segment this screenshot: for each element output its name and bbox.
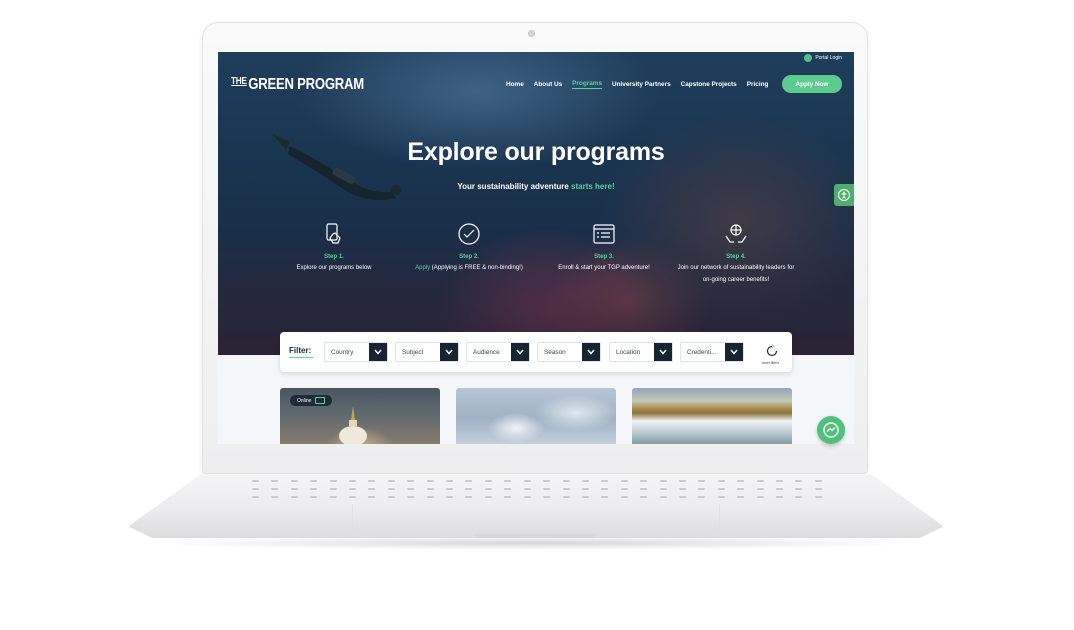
messenger-chat-button[interactable] xyxy=(817,416,845,444)
filter-bar: Filter: Country Subject Audience Season … xyxy=(280,332,792,372)
accessibility-button[interactable] xyxy=(834,184,854,206)
season-dropdown[interactable]: Season xyxy=(537,342,601,362)
check-circle-icon xyxy=(458,223,480,245)
logo-the: THE xyxy=(231,76,247,87)
keyboard xyxy=(252,480,822,502)
main-nav: Home About Us Programs University Partne… xyxy=(506,80,768,89)
audience-dropdown-label: Audience xyxy=(473,349,500,356)
steps-row: Step 1. Explore our programs below Step … xyxy=(274,222,834,312)
page-title: Explore our programs xyxy=(407,138,665,166)
portal-login-label: Portal Login xyxy=(815,55,842,61)
program-card-glacier[interactable] xyxy=(456,388,616,444)
nav-about-us[interactable]: About Us xyxy=(534,81,562,88)
step-2-description: Apply (Applying is FREE & non-binding!) xyxy=(409,262,529,274)
apply-link[interactable]: Apply xyxy=(415,265,430,271)
user-icon xyxy=(804,54,813,62)
step-2: Step 2. Apply (Applying is FREE & non-bi… xyxy=(409,222,529,274)
laptop-icon xyxy=(315,397,326,404)
online-badge: Online xyxy=(290,395,333,406)
chevron-down-icon xyxy=(511,343,529,361)
browser-viewport: Portal Login THE GREEN PROGRAM Home About… xyxy=(218,52,854,444)
audience-dropdown[interactable]: Audience xyxy=(466,342,530,362)
step-1-description: Explore our programs below xyxy=(296,265,372,271)
nav-capstone-projects[interactable]: Capstone Projects xyxy=(681,81,737,88)
credentials-dropdown-label: Credenti... xyxy=(687,349,717,356)
globe-hands-icon xyxy=(725,224,747,243)
country-dropdown-label: Country xyxy=(331,349,354,356)
logo-text: GREEN PROGRAM xyxy=(248,76,364,93)
webcam xyxy=(529,31,534,36)
location-dropdown[interactable]: Location xyxy=(609,342,673,362)
lid-notch xyxy=(474,534,596,538)
stupa-image xyxy=(339,406,367,444)
hero-section: Portal Login THE GREEN PROGRAM Home About… xyxy=(218,52,854,355)
checklist-window-icon xyxy=(593,224,615,244)
step-3-number: Step 3. xyxy=(594,254,614,260)
subject-dropdown-label: Subject xyxy=(402,349,424,356)
step-4-number: Step 4. xyxy=(726,254,746,260)
step-4-description: Join our network of sustainability leade… xyxy=(677,265,795,283)
step-1: Step 1. Explore our programs below xyxy=(274,222,394,274)
step-2-number: Step 2. xyxy=(459,254,479,260)
credentials-dropdown[interactable]: Credenti... xyxy=(680,342,744,362)
location-dropdown-label: Location xyxy=(616,349,641,356)
nav-university-partners[interactable]: University Partners xyxy=(612,81,671,88)
messenger-icon xyxy=(823,422,839,438)
chevron-down-icon xyxy=(582,343,600,361)
accessibility-icon xyxy=(838,189,850,201)
program-card-waterfall[interactable] xyxy=(632,388,792,444)
chevron-down-icon xyxy=(725,343,743,361)
hero-subtitle: Your sustainability adventure starts her… xyxy=(218,182,854,191)
chevron-down-icon xyxy=(440,343,458,361)
reset-filters-label[interactable]: reset filters xyxy=(762,361,779,365)
chevron-down-icon xyxy=(369,343,387,361)
program-card-kathmandu[interactable]: Online xyxy=(280,388,440,444)
nav-home[interactable]: Home xyxy=(506,81,524,88)
laptop-shadow xyxy=(150,536,920,550)
online-badge-label: Online xyxy=(297,397,312,404)
portal-login-link[interactable]: Portal Login xyxy=(804,54,842,62)
step-4: Step 4. Join our network of sustainabili… xyxy=(676,222,796,286)
subtitle-accent: starts here! xyxy=(571,182,615,191)
filter-label: Filter: xyxy=(289,346,314,358)
trackpad xyxy=(352,504,720,531)
tablet-touch-icon xyxy=(326,223,341,244)
subtitle-lead: Your sustainability adventure xyxy=(457,182,572,191)
site-logo[interactable]: THE GREEN PROGRAM xyxy=(231,76,364,94)
step-2-text: (Applying is FREE & non-binding!) xyxy=(430,265,523,271)
apply-now-button[interactable]: Apply Now xyxy=(782,75,842,93)
country-dropdown[interactable]: Country xyxy=(324,342,388,362)
subject-dropdown[interactable]: Subject xyxy=(395,342,459,362)
nav-programs[interactable]: Programs xyxy=(572,80,603,89)
step-3-description: Enroll & start your TGP adventure! xyxy=(558,265,650,271)
reset-filters-icon[interactable] xyxy=(765,344,779,358)
season-dropdown-label: Season xyxy=(544,349,566,356)
chevron-down-icon xyxy=(654,343,672,361)
step-3: Step 3. Enroll & start your TGP adventur… xyxy=(544,222,664,274)
nav-pricing[interactable]: Pricing xyxy=(747,81,769,88)
step-1-number: Step 1. xyxy=(324,254,344,260)
